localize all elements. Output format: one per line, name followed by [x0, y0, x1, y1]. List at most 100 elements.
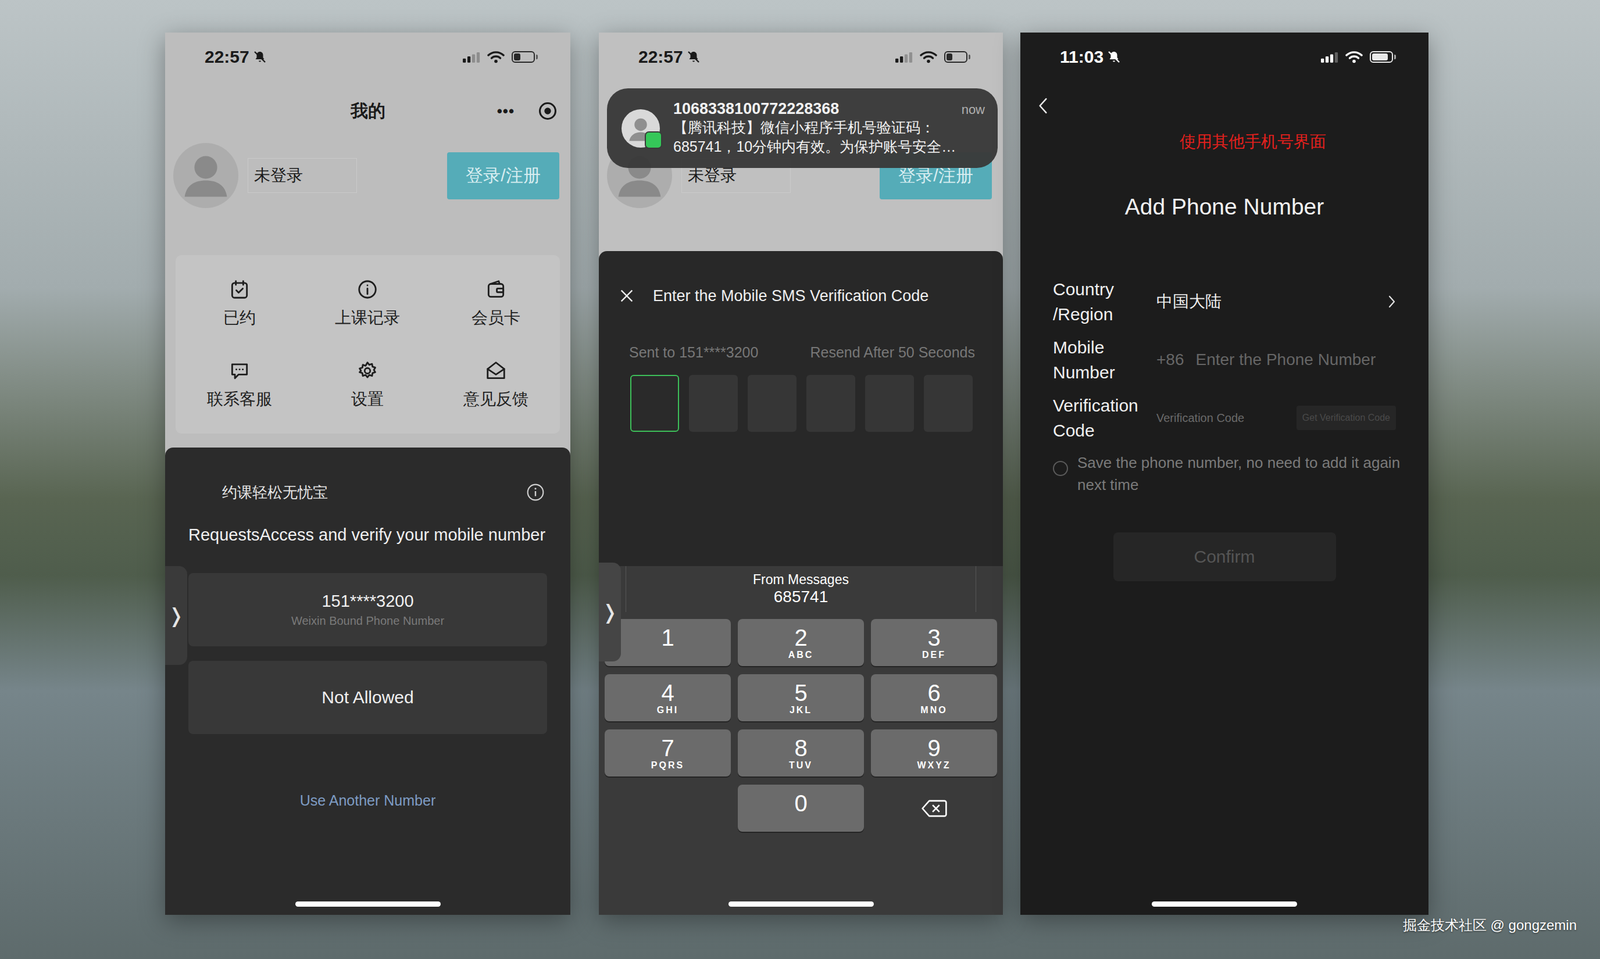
not-allowed-button[interactable]: Not Allowed	[188, 661, 548, 735]
gear-icon	[356, 359, 379, 382]
permission-message: RequestsAccess and verify your mobile nu…	[165, 522, 571, 549]
keyboard-key[interactable]: 2ABC	[737, 619, 864, 667]
sent-to-label: Sent to 151****3200	[629, 344, 759, 362]
save-number-option[interactable]: Save the phone number, no need to add it…	[1020, 451, 1429, 496]
home-indicator	[728, 901, 874, 907]
battery-icon	[944, 51, 971, 63]
signal-icon	[462, 51, 481, 63]
sheet-title: Enter the Mobile SMS Verification Code	[652, 287, 929, 306]
more-button[interactable]: •••	[497, 102, 515, 121]
status-time: 22:57	[204, 47, 250, 67]
page-title: 我的	[350, 99, 386, 124]
backspace-key[interactable]	[870, 784, 998, 832]
wifi-icon	[919, 50, 938, 64]
keyboard-key[interactable]: 1	[604, 619, 731, 667]
use-another-number-link[interactable]: Use Another Number	[165, 792, 571, 810]
code-digit-box[interactable]	[923, 375, 973, 432]
menu-grid: 已约上课记录会员卡联系客服设置意见反馈	[175, 255, 560, 434]
nav-bar: 我的 •••	[165, 81, 571, 141]
menu-item[interactable]: 上课记录	[303, 278, 432, 329]
code-digit-box[interactable]	[688, 375, 738, 432]
field-label: Country/Region	[1052, 276, 1157, 327]
chevron-right-icon	[1387, 294, 1396, 309]
side-tab[interactable]: ❭	[598, 562, 621, 662]
card-icon	[484, 278, 507, 301]
notification-time: now	[961, 102, 985, 118]
mini-program-capsule: •••	[497, 101, 558, 121]
annotation-label: 使用其他手机号界面	[1020, 130, 1429, 154]
code-digit-box[interactable]	[865, 375, 914, 432]
home-indicator	[295, 901, 441, 907]
login-button[interactable]: 登录/注册	[447, 152, 560, 200]
save-checkbox[interactable]	[1052, 461, 1069, 477]
field-label: MobileNumber	[1052, 334, 1157, 385]
status-bar: 22:57	[598, 32, 1003, 82]
notification-text: 685741，10分钟内有效。为保护账号安全…	[673, 137, 985, 157]
menu-item[interactable]: 联系客服	[175, 359, 304, 410]
keyboard-key[interactable]: 6MNO	[870, 674, 998, 722]
contact-avatar-icon	[621, 109, 660, 148]
page-title: Add Phone Number	[1020, 194, 1429, 224]
phone-screen: 22:57未登录登录/注册1068338100772228368now【腾讯科技…	[598, 32, 1003, 916]
form-row: MobileNumber+86Enter the Phone Number	[1020, 330, 1429, 389]
resend-countdown: Resend After 50 Seconds	[809, 344, 975, 362]
battery-icon	[511, 51, 538, 63]
phone-screen: 11:03 使用其他手机号界面 Add Phone Number Country/Re…	[1020, 32, 1429, 916]
phone-input[interactable]: +86Enter the Phone Number	[1156, 350, 1396, 370]
keyboard-key[interactable]: 9WXYZ	[870, 729, 998, 777]
code-digit-box[interactable]	[806, 375, 856, 432]
close-target-icon[interactable]	[537, 101, 558, 121]
blank-key	[604, 784, 731, 832]
phone-option[interactable]: 151****3200Weixin Bound Phone Number	[188, 573, 548, 647]
keyboard-key[interactable]: 3DEF	[870, 619, 998, 667]
side-tab[interactable]: ❭	[165, 566, 188, 666]
wifi-icon	[487, 50, 505, 64]
info-icon[interactable]	[526, 483, 545, 502]
confirm-button[interactable]: Confirm	[1113, 532, 1337, 582]
status-time: 22:57	[638, 47, 684, 67]
keyboard-key[interactable]: 8TUV	[737, 729, 864, 777]
code-input	[598, 375, 1003, 432]
watermark: 掘金技术社区 @ gongzemin	[1402, 916, 1577, 935]
app-name: 约课轻松无忧宝	[222, 482, 328, 503]
menu-item[interactable]: 设置	[303, 359, 432, 410]
code-input[interactable]: Verification Code	[1156, 411, 1245, 425]
status-bar: 11:03	[1020, 32, 1429, 82]
close-icon[interactable]	[618, 287, 635, 305]
menu-item[interactable]: 意见反馈	[431, 359, 560, 410]
form-row: Country/Region中国大陆	[1020, 272, 1429, 331]
battery-icon	[1369, 51, 1396, 63]
code-digit-box[interactable]	[747, 375, 797, 432]
menu-item[interactable]: 已约	[175, 278, 304, 329]
permission-sheet: 约课轻松无忧宝 RequestsAccess and verify your mo…	[165, 447, 571, 916]
status-time: 11:03	[1059, 47, 1104, 67]
backspace-icon	[921, 799, 948, 819]
menu-item[interactable]: 会员卡	[431, 278, 560, 329]
code-suggestion[interactable]: From Messages685741	[625, 566, 977, 613]
status-bar: 22:57	[165, 32, 571, 82]
silent-bell-icon	[1106, 50, 1121, 64]
avatar-icon	[173, 143, 239, 209]
profile-row: 未登录 登录/注册	[165, 140, 571, 211]
keyboard-key[interactable]: 7PQRS	[604, 729, 731, 777]
chat-icon	[228, 359, 251, 382]
info-icon	[356, 278, 379, 301]
silent-bell-icon	[686, 50, 701, 64]
calendar-check-icon	[228, 278, 251, 301]
home-indicator	[1151, 901, 1298, 907]
user-name: 未登录	[247, 158, 357, 194]
keyboard-key[interactable]: 5JKL	[737, 674, 864, 722]
form-row: VerificationCodeVerification CodeGet Ver…	[1020, 388, 1429, 448]
code-field: Verification Code Get Verification Code	[1156, 405, 1396, 431]
keyboard-key[interactable]: 4GHI	[604, 674, 731, 722]
keyboard-key[interactable]: 0	[737, 784, 864, 832]
messages-badge-icon	[644, 131, 663, 149]
code-digit-box[interactable]	[630, 375, 680, 432]
mail-icon	[484, 359, 507, 382]
back-chevron-icon[interactable]	[1037, 97, 1049, 115]
get-code-button[interactable]: Get Verification Code	[1296, 405, 1396, 431]
sms-notification[interactable]: 1068338100772228368now【腾讯科技】微信小程序手机号验证码：…	[606, 88, 998, 169]
sms-code-sheet: Enter the Mobile SMS Verification Code Se…	[598, 251, 1003, 916]
country-select[interactable]: 中国大陆	[1156, 290, 1396, 313]
background-photo: 22:57 我的 ••• 未登录 登录/注册已约上课记录会员卡联系客服设置意见反馈约课轻…	[0, 0, 1600, 959]
